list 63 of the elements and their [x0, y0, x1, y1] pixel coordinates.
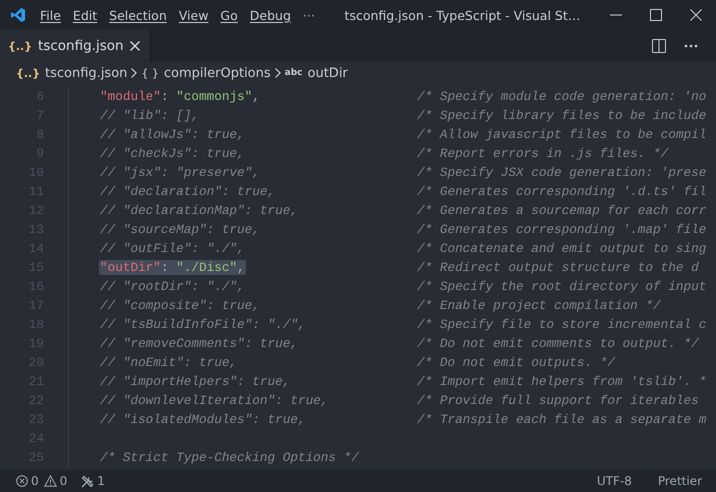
breadcrumb-label: outDir — [308, 66, 348, 80]
code-comment: /* Specify the root directory of input — [417, 279, 708, 294]
window-title: tsconfig.json - TypeScript - Visual St… — [344, 8, 582, 22]
code-line: // "tsBuildInfoFile": "./", — [99, 317, 307, 332]
code-comment: /* Do not emit outputs. */ — [417, 355, 616, 370]
editor-tab[interactable]: {..} tsconfig.json — [0, 30, 151, 62]
code-line: // "lib": [], — [99, 108, 200, 123]
code-line: // "allowJs": true, — [99, 127, 246, 142]
code-line: // "sourceMap": true, — [99, 222, 261, 237]
json-file-icon: {..} — [8, 40, 32, 52]
code-line: // "rootDir": "./", — [99, 279, 246, 294]
menu-item[interactable]: Edit — [66, 8, 104, 22]
menu-item[interactable]: Go — [214, 8, 244, 22]
code-line: // "declarationMap": true, — [99, 203, 299, 218]
menu-item[interactable]: Debug — [244, 8, 297, 22]
code-comment: /* Generates corresponding '.d.ts' fil — [417, 184, 708, 199]
tools-count: 1 — [97, 474, 105, 488]
code-comment: /* Provide full support for iterables — [417, 393, 700, 408]
breadcrumb-item[interactable]: abc outDir — [284, 66, 348, 80]
code-comment: /* Specify file to store incremental c — [417, 317, 708, 332]
text-icon: abc — [284, 68, 303, 78]
breadcrumb-label: tsconfig.json — [45, 66, 128, 80]
code-comment: /* Allow javascript files to be compil — [417, 127, 708, 142]
code-comment: /* Generates corresponding '.map' file — [417, 222, 708, 237]
menu-item[interactable]: Selection — [103, 8, 173, 22]
code-comment: /* Import emit helpers from 'tslib'. * — [417, 374, 708, 389]
code-comment: /* Enable project compilation */ — [417, 298, 662, 313]
code-line: // "noEmit": true, — [99, 355, 238, 370]
code-comment: /* Do not emit comments to output. */ — [417, 336, 700, 351]
code-comment: /* Generates a sourcemap for each corr — [417, 203, 708, 218]
braces-icon: { } — [141, 66, 159, 80]
code-comment: /* Specify module code generation: 'no — [417, 89, 708, 104]
code-line: // "removeComments": true, — [99, 336, 299, 351]
formatter-button[interactable]: Prettier — [658, 474, 702, 488]
breadcrumb-label: compilerOptions — [164, 66, 271, 80]
problems-button[interactable]: 0 0 — [16, 474, 68, 488]
code-line: // "checkJs": true, — [99, 146, 246, 161]
menu-item[interactable]: View — [172, 8, 214, 22]
code-comment: /* Transpile each file as a separate m — [417, 412, 708, 427]
more-menu-button[interactable]: ··· — [296, 8, 321, 22]
problem-count: 0 — [31, 474, 39, 488]
code-line: // "isolatedModules": true, — [99, 412, 307, 427]
code-comment: /* Concatenate and emit output to sing — [417, 241, 708, 256]
code-comment: /* Report errors in .js files. */ — [417, 146, 670, 161]
code-line: "module": "commonjs", — [99, 89, 261, 104]
tools-button[interactable]: 1 — [81, 474, 105, 488]
problem-count: 0 — [60, 474, 68, 488]
code-line: // "importHelpers": true, — [99, 374, 292, 389]
code-line: // "composite": true, — [99, 298, 261, 313]
code-comment: /* Specify JSX code generation: 'prese — [417, 165, 708, 180]
breadcrumb-item[interactable]: {..} tsconfig.json — [16, 66, 128, 80]
code-line: // "declaration": true, — [99, 184, 276, 199]
code-line: // "outFile": "./", — [99, 241, 246, 256]
code-line: // "jsx": "preserve", — [99, 165, 261, 180]
menu-item[interactable]: File — [34, 8, 67, 22]
tab-label: tsconfig.json — [38, 38, 124, 54]
code-comment: /* Specify library files to be include — [417, 108, 708, 123]
code-line: /* Strict Type-Checking Options */ — [99, 450, 360, 465]
encoding-button[interactable]: UTF-8 — [596, 474, 632, 488]
breadcrumb-item[interactable]: { } compilerOptions — [141, 66, 271, 80]
code-comment: /* Redirect output structure to the d — [417, 260, 700, 275]
json-file-icon: {..} — [16, 66, 40, 80]
code-line: // "downlevelIteration": true, — [99, 393, 330, 408]
